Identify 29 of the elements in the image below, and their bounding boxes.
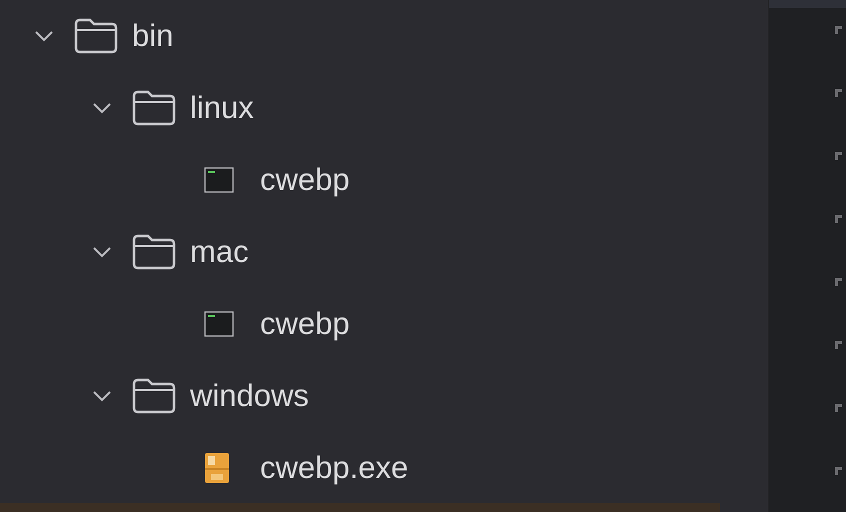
tree-item[interactable]: cwebp [0,288,768,360]
tree-item[interactable]: cwebp [0,144,768,216]
exe-file-icon [204,452,230,484]
terminal-icon [204,311,234,337]
file-name: cwebp.exe [260,450,408,486]
indent-marker [835,152,842,160]
folder-icon [132,234,176,270]
tree-item[interactable]: windows [0,360,768,432]
indent-marker [835,404,842,412]
indent-marker [835,26,842,34]
file-name: linux [190,90,254,126]
tree-item[interactable]: linux [0,72,768,144]
indent-marker [835,467,842,475]
terminal-icon [204,167,234,193]
file-name: cwebp [260,306,350,342]
tree-item[interactable]: bin [0,0,768,72]
folder-icon [132,378,176,414]
indent-marker [835,89,842,97]
tree-item[interactable]: cwebp.exe [0,432,768,504]
folder-icon [74,18,118,54]
folder-icon [132,90,176,126]
indent-marker [835,341,842,349]
tree-item[interactable]: mac [0,216,768,288]
file-name: mac [190,234,249,270]
file-name: cwebp [260,162,350,198]
file-name: bin [132,18,174,54]
file-name: windows [190,378,309,414]
indent-marker [835,215,842,223]
indent-marker [835,278,842,286]
